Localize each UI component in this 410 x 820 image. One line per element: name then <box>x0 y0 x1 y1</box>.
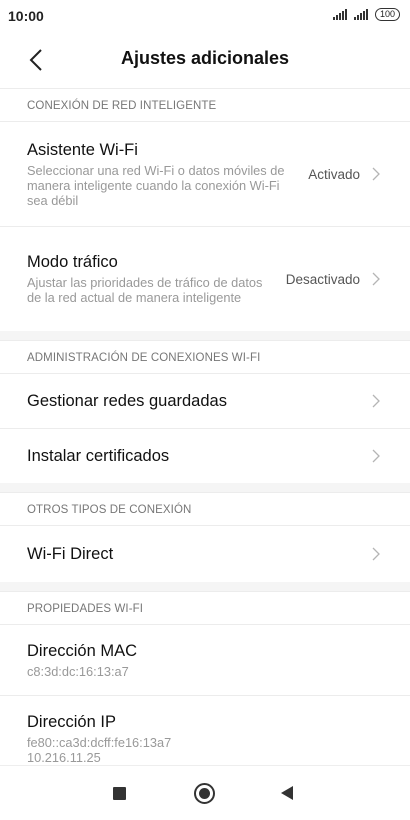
ip-address-value-v6: fe80::ca3d:dcff:fe16:13a7 <box>27 735 172 750</box>
section-header-other: OTROS TIPOS DE CONEXIÓN <box>0 492 410 526</box>
chevron-right-icon <box>372 546 382 562</box>
battery-icon: 100 <box>374 8 400 21</box>
ip-address-item[interactable]: Dirección IP fe80::ca3d:dcff:fe16:13a7 1… <box>0 696 410 765</box>
signal-icon <box>332 9 347 20</box>
ip-address-title: Dirección IP <box>27 713 116 731</box>
traffic-mode-item[interactable]: Modo tráfico Ajustar las prioridades de … <box>0 227 410 331</box>
wifi-direct-title: Wi-Fi Direct <box>27 544 114 563</box>
status-icons: 100 <box>332 8 400 21</box>
battery-level: 100 <box>379 9 395 19</box>
signal-icon-2 <box>353 9 368 20</box>
ip-address-value-v4: 10.216.11.25 <box>27 750 101 765</box>
page-title: Ajustes adicionales <box>120 48 290 68</box>
triangle-icon[interactable] <box>281 786 293 800</box>
status-time: 10:00 <box>8 8 44 24</box>
mac-address-value: c8:3d:dc:16:13:a7 <box>27 663 129 679</box>
wifi-assistant-item[interactable]: Asistente Wi-Fi Seleccionar una red Wi-F… <box>0 122 410 227</box>
traffic-mode-title: Modo tráfico <box>27 253 118 271</box>
section-gap <box>0 483 410 492</box>
square-icon[interactable] <box>113 787 126 800</box>
mac-address-title: Dirección MAC <box>27 641 138 660</box>
section-header-smart: CONEXIÓN DE RED INTELIGENTE <box>0 88 410 122</box>
section-gap <box>0 582 410 591</box>
settings-list: CONEXIÓN DE RED INTELIGENTE Asistente Wi… <box>0 88 410 765</box>
wifi-direct-item[interactable]: Wi-Fi Direct <box>0 526 410 582</box>
section-header-props: PROPIEDADES WI-FI <box>0 591 410 625</box>
section-gap <box>0 331 410 340</box>
section-header-wifi-admin: ADMINISTRACIÓN DE CONEXIONES WI-FI <box>0 340 410 374</box>
header: Ajustes adicionales <box>0 36 410 84</box>
traffic-mode-value: Desactivado <box>285 271 360 287</box>
install-certificates-title: Instalar certificados <box>27 446 170 465</box>
status-bar: 10:00 100 <box>0 0 410 34</box>
chevron-right-icon <box>372 393 382 409</box>
circle-icon[interactable] <box>194 783 215 804</box>
mac-address-item[interactable]: Dirección MAC c8:3d:dc:16:13:a7 <box>0 625 410 696</box>
saved-networks-title: Gestionar redes guardadas <box>27 391 227 410</box>
navigation-bar <box>0 765 410 820</box>
traffic-mode-subtitle: Ajustar las prioridades de tráfico de da… <box>27 275 263 305</box>
wifi-assistant-subtitle: Seleccionar una red Wi-Fi o datos móvile… <box>27 162 285 208</box>
install-certificates-item[interactable]: Instalar certificados <box>0 429 410 483</box>
wifi-assistant-value: Activado <box>308 166 360 182</box>
wifi-assistant-title: Asistente Wi-Fi <box>27 140 138 159</box>
chevron-right-icon <box>372 271 382 287</box>
chevron-right-icon <box>372 166 382 182</box>
saved-networks-item[interactable]: Gestionar redes guardadas <box>0 374 410 429</box>
chevron-right-icon <box>372 448 382 464</box>
